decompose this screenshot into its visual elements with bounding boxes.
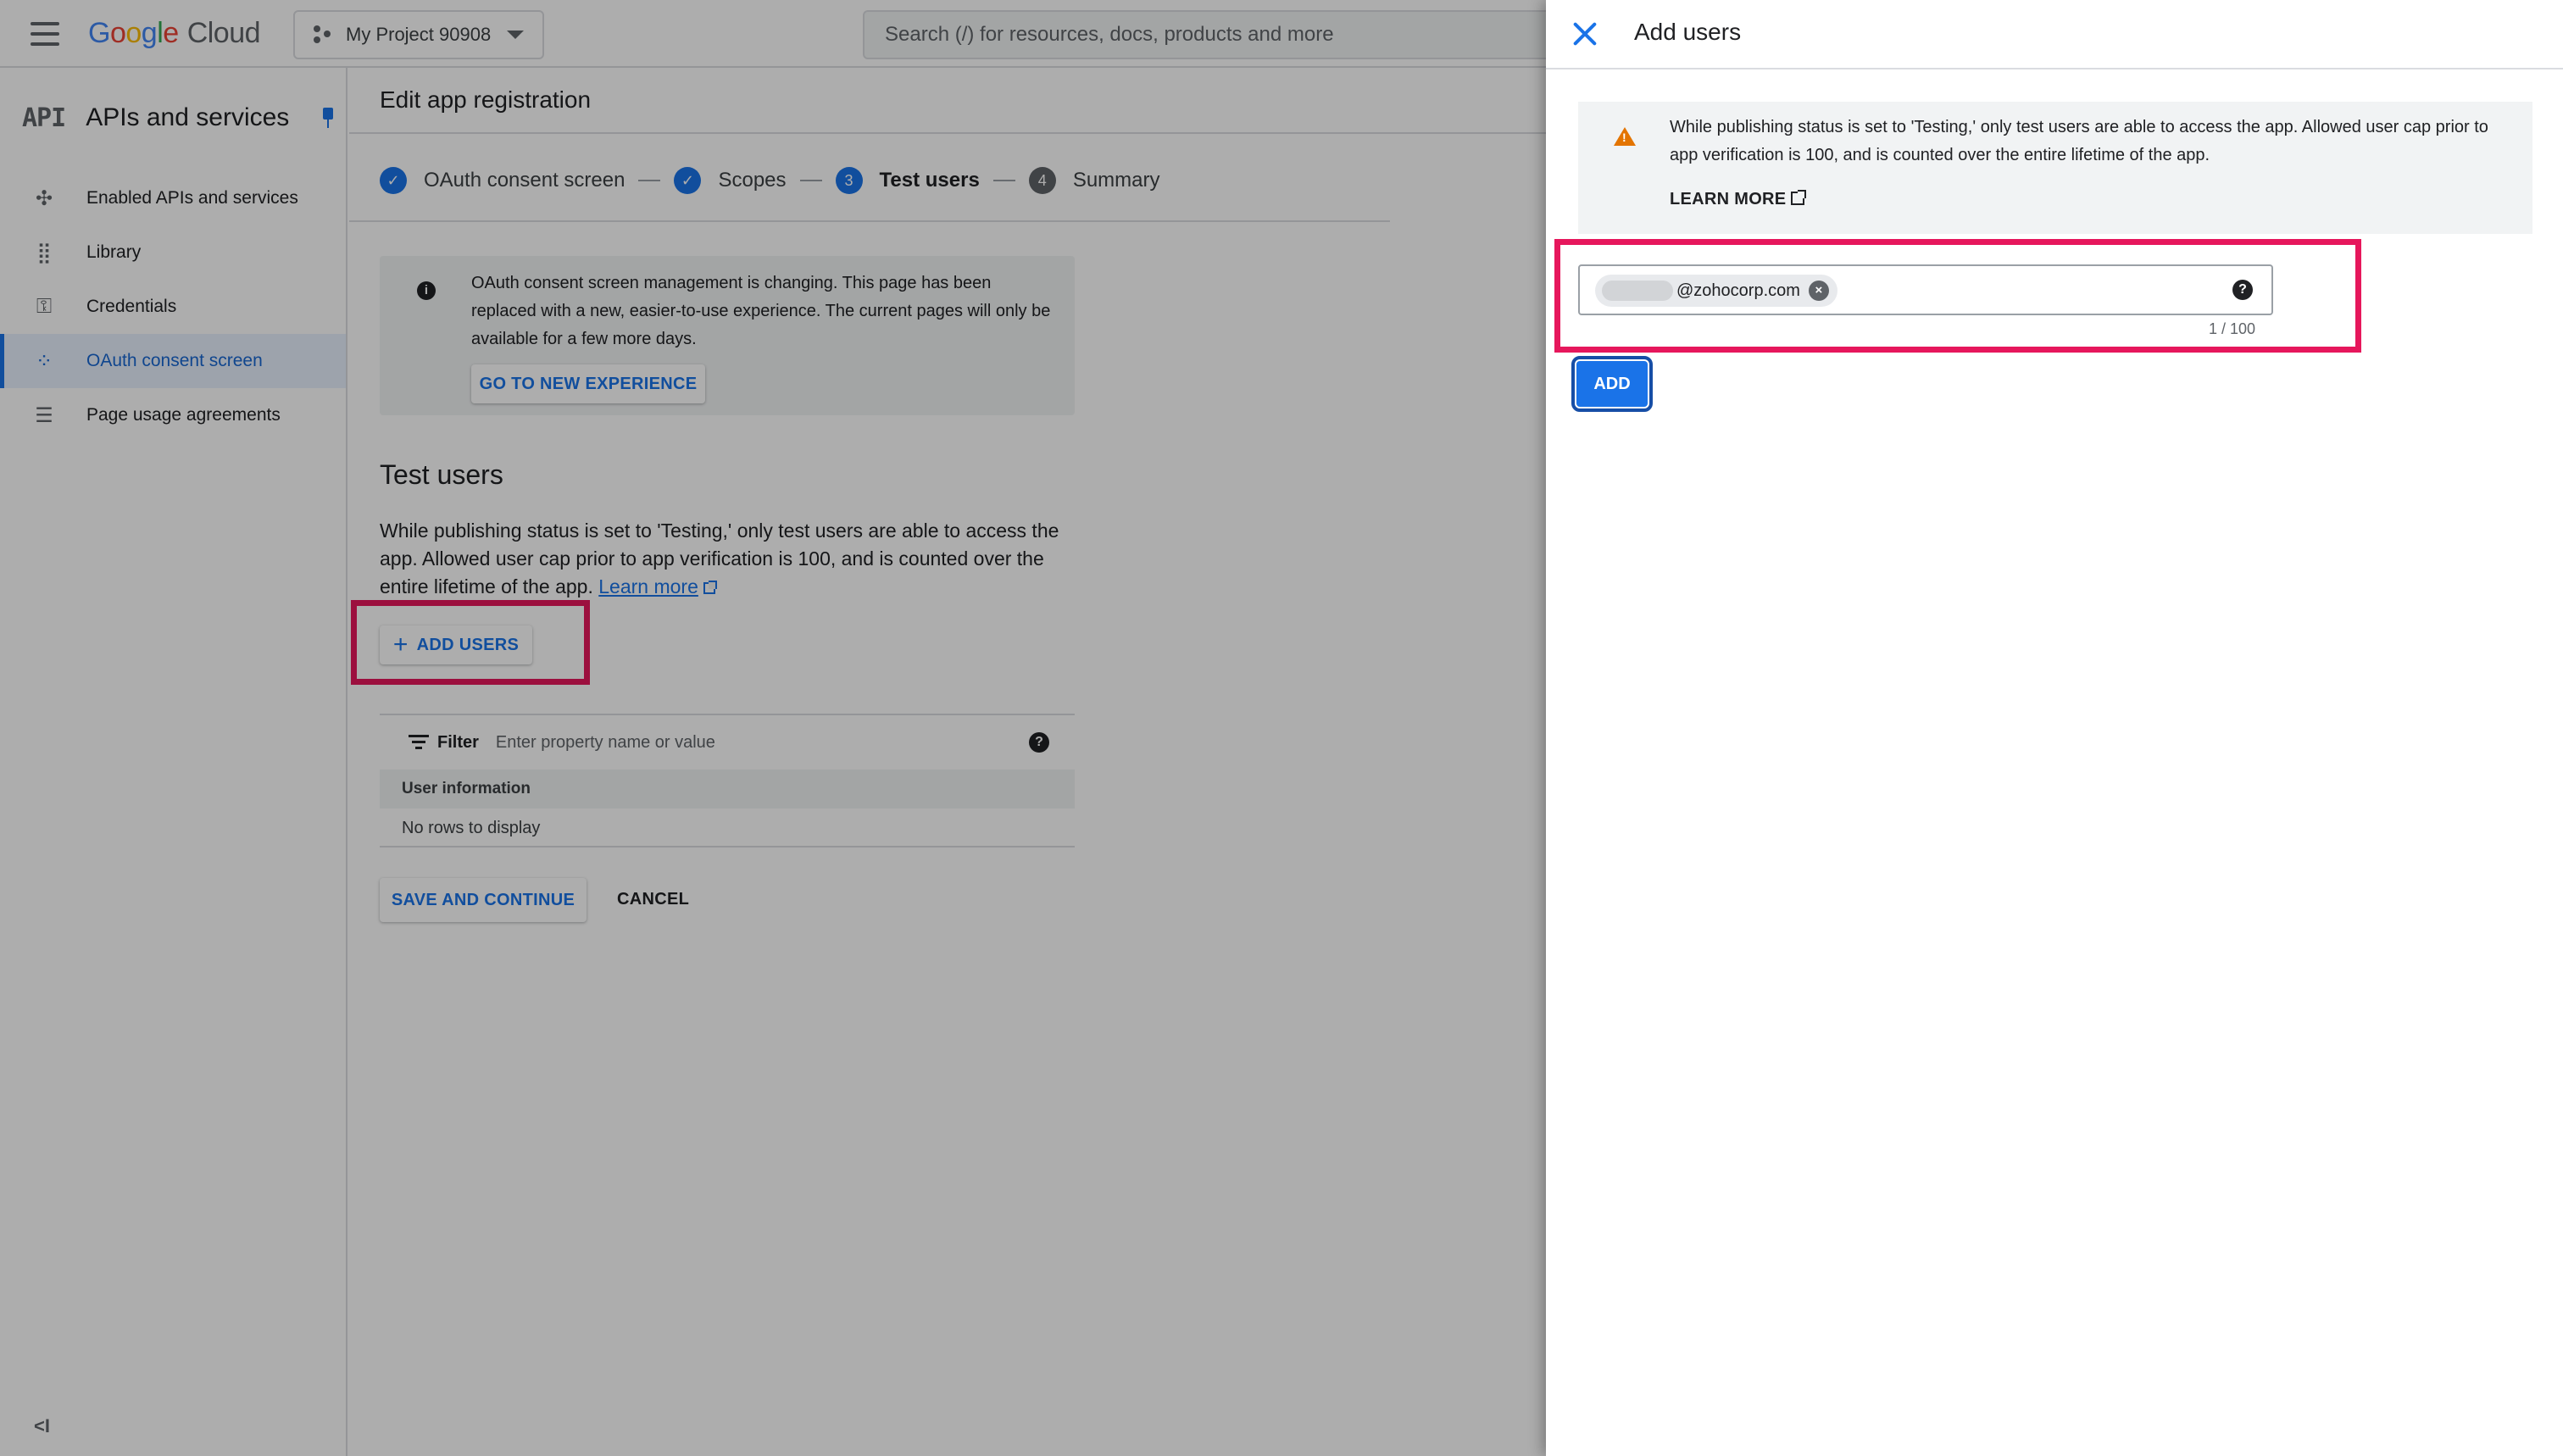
drawer-title: Add users bbox=[1634, 19, 1742, 45]
drawer-header: Add users bbox=[1546, 0, 2563, 69]
add-users-drawer: Add users While publishing status is set… bbox=[1546, 0, 2563, 1456]
email-counter: 1 / 100 bbox=[2209, 320, 2256, 337]
warning-banner: While publishing status is set to 'Testi… bbox=[1578, 102, 2532, 234]
learn-more-link[interactable]: LEARN MORE bbox=[1670, 190, 1807, 209]
add-button[interactable]: ADD bbox=[1571, 356, 1653, 412]
warning-text: While publishing status is set to 'Testi… bbox=[1670, 118, 2488, 164]
external-link-icon bbox=[1791, 190, 1807, 205]
close-icon[interactable] bbox=[1571, 20, 1598, 47]
warning-icon bbox=[1614, 127, 1636, 146]
